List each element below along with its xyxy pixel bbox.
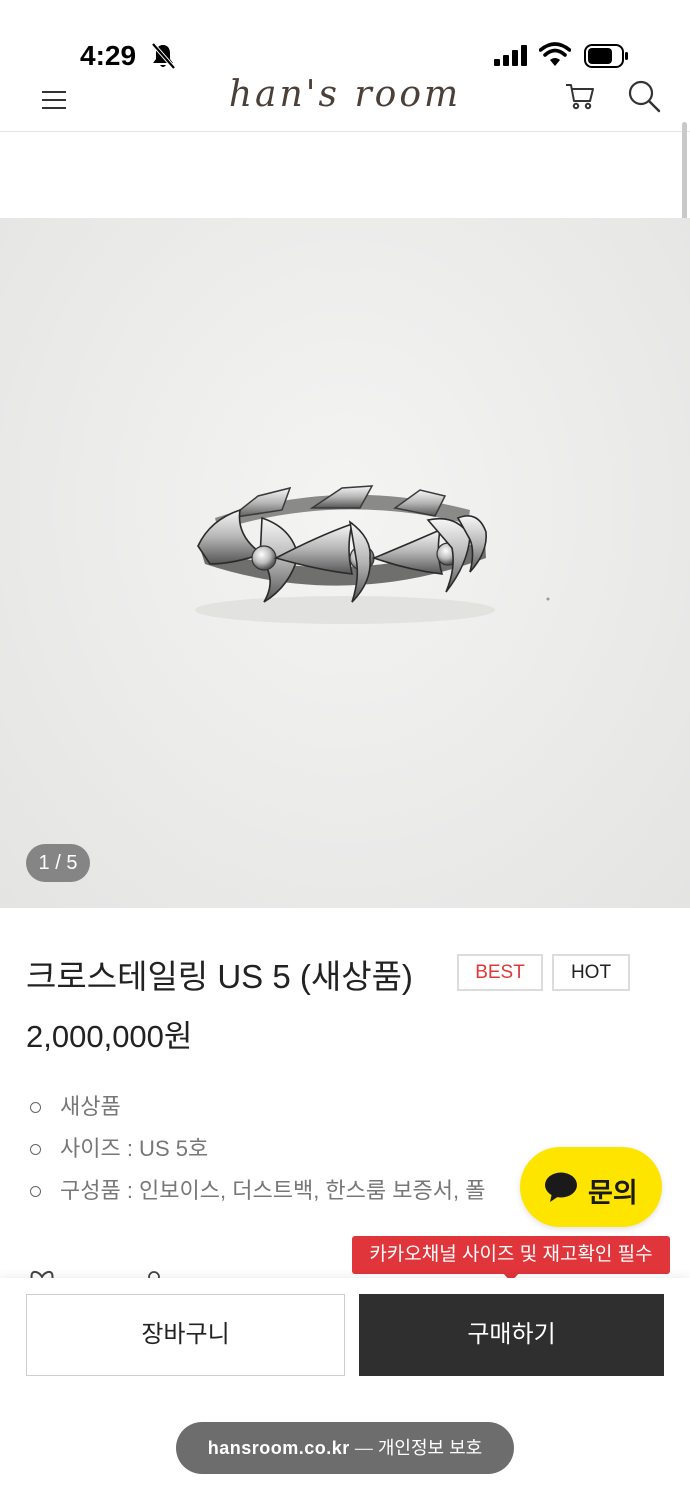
status-bar: 4:29: [0, 0, 690, 80]
url-domain: hansroom.co.kr: [207, 1438, 350, 1458]
bullet-icon: [30, 1144, 41, 1155]
browser-url-bar[interactable]: hansroom.co.kr — 개인정보 보호: [176, 1422, 514, 1474]
feature-text: 새상품: [60, 1094, 121, 1119]
buy-now-button[interactable]: 구매하기: [359, 1294, 664, 1376]
bell-muted-icon: [151, 42, 176, 70]
feature-item: 새상품: [26, 1090, 546, 1132]
site-header: han's room: [0, 74, 690, 132]
wifi-icon: [539, 42, 571, 66]
feature-list: 새상품 사이즈 : US 5호 구성품 : 인보이스, 더스트백, 한스룸 보증…: [26, 1090, 546, 1216]
feature-item: 사이즈 : US 5호: [26, 1132, 546, 1174]
feature-item: 구성품 : 인보이스, 더스트백, 한스룸 보증서, 폴: [26, 1174, 546, 1216]
url-separator: —: [349, 1438, 378, 1458]
cart-icon[interactable]: [564, 80, 596, 112]
battery-icon: [584, 44, 628, 68]
product-image[interactable]: 1 / 5: [0, 218, 690, 908]
bullet-icon: [30, 1102, 41, 1113]
ring-photo: [195, 485, 550, 624]
privacy-label: 개인정보 보호: [377, 1438, 483, 1458]
signal-icon: [494, 45, 527, 66]
feature-text: 사이즈 : US 5호: [60, 1136, 209, 1161]
add-to-cart-button[interactable]: 장바구니: [26, 1294, 345, 1376]
speech-bubble-icon: [545, 1172, 577, 1202]
search-icon[interactable]: [626, 78, 662, 114]
kakao-chat-button[interactable]: 문의: [520, 1147, 662, 1227]
kakao-tooltip: 카카오채널 사이즈 및 재고확인 필수: [352, 1236, 670, 1274]
product-price: 2,000,000원: [26, 1019, 193, 1054]
product-title: 크로스테일링 US 5 (새상품): [26, 958, 413, 995]
bullet-icon: [30, 1186, 41, 1197]
status-time: 4:29: [80, 40, 137, 71]
badge-hot: HOT: [552, 954, 630, 991]
feature-text: 구성품 : 인보이스, 더스트백, 한스룸 보증서, 폴: [60, 1178, 486, 1203]
image-counter: 1 / 5: [26, 844, 90, 882]
badge-best: BEST: [457, 954, 543, 991]
chat-label: 문의: [588, 1178, 638, 1208]
